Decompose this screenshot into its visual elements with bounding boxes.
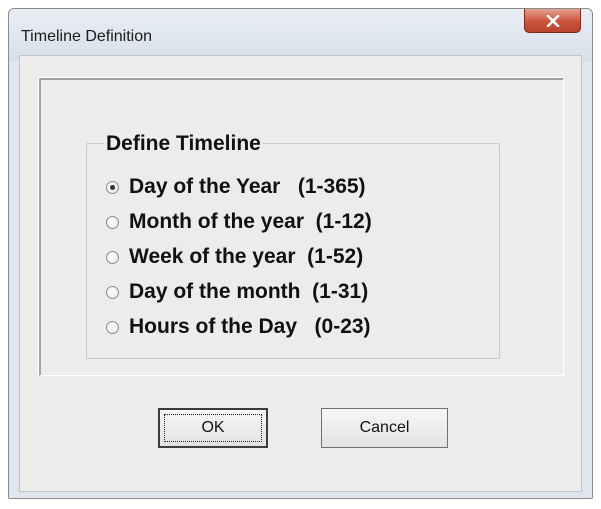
radio-button-icon[interactable] — [106, 320, 119, 334]
cancel-button[interactable]: Cancel — [321, 408, 448, 448]
radio-label: Hours of the Day (0-23) — [129, 315, 371, 338]
cancel-button-label: Cancel — [359, 419, 410, 436]
dialog-window: Timeline Definition Define Timeline Day … — [8, 8, 593, 499]
radio-day-of-month[interactable]: Day of the month (1-31) — [106, 277, 368, 307]
dialog-client-area: Define Timeline Day of the Year (1-365) … — [19, 55, 582, 492]
radio-label: Week of the year (1-52) — [129, 245, 364, 268]
close-button[interactable] — [524, 9, 581, 33]
radio-month-of-year[interactable]: Month of the year (1-12) — [106, 207, 372, 237]
radio-label: Day of the Year (1-365) — [129, 175, 366, 198]
radio-button-icon[interactable] — [106, 285, 119, 299]
ok-button[interactable]: OK — [158, 408, 268, 448]
radio-button-icon[interactable] — [106, 180, 119, 194]
focus-rectangle — [164, 414, 262, 442]
radio-day-of-year[interactable]: Day of the Year (1-365) — [106, 172, 366, 202]
radio-button-icon[interactable] — [106, 215, 119, 229]
radio-label: Day of the month (1-31) — [129, 280, 369, 303]
radio-button-icon[interactable] — [106, 250, 119, 264]
close-x-icon — [546, 14, 559, 27]
radio-selected-dot — [110, 184, 115, 190]
radio-hours-of-day[interactable]: Hours of the Day (0-23) — [106, 312, 371, 342]
radio-label: Month of the year (1-12) — [129, 210, 372, 233]
title-bar[interactable]: Timeline Definition — [9, 9, 592, 61]
groupbox-label: Define Timeline — [104, 131, 263, 157]
window-title: Timeline Definition — [21, 28, 153, 45]
radio-week-of-year[interactable]: Week of the year (1-52) — [106, 242, 363, 272]
